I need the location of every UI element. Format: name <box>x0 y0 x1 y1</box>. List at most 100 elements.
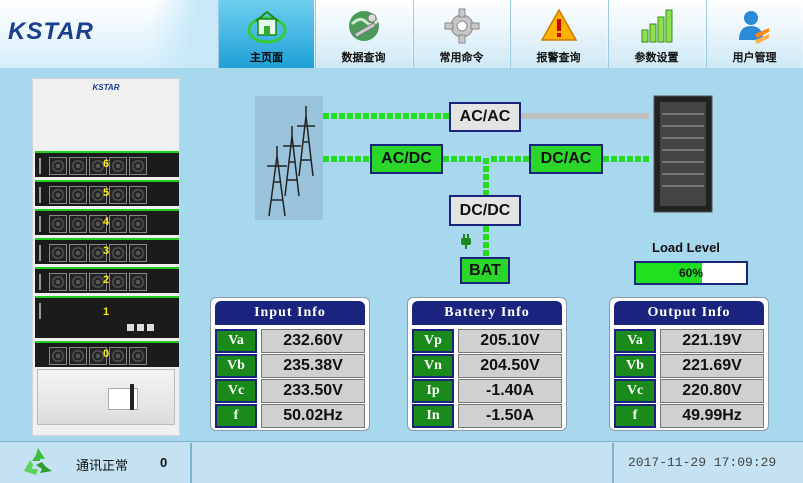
power-module-1: 1 <box>35 296 179 338</box>
ac-ac-bypass-box: AC/AC <box>449 102 521 132</box>
info-row: Vn 204.50V <box>412 354 564 378</box>
module-number: 5 <box>103 187 110 199</box>
info-row: Va 232.60V <box>215 329 367 353</box>
nav-home[interactable]: 主页面 <box>218 0 314 68</box>
nav-user-management[interactable]: 用户管理 <box>706 0 802 68</box>
battery-line <box>483 226 489 256</box>
battery-info-title: Battery Info <box>412 301 562 325</box>
dc-dc-converter-box: DC/DC <box>449 195 521 226</box>
ac-dc-rectifier-box: AC/DC <box>370 144 443 174</box>
module-number: 1 <box>103 306 110 318</box>
power-module-4: 4 <box>35 209 179 235</box>
row-label: Vc <box>215 379 257 403</box>
load-level-bar: 60% <box>634 261 748 285</box>
datetime-display: 2017-11-29 17:09:29 <box>628 455 777 470</box>
info-row: In -1.50A <box>412 404 564 428</box>
nav-home-label: 主页面 <box>250 52 283 64</box>
main-line-out <box>603 156 650 162</box>
nav-parameter-settings-label: 参数设置 <box>634 52 679 64</box>
dc-ac-inverter-box: DC/AC <box>529 144 603 174</box>
row-value: 50.02Hz <box>261 404 365 428</box>
info-row: Ip -1.40A <box>412 379 564 403</box>
row-value: 221.69V <box>660 354 764 378</box>
bypass-line-out <box>521 113 649 119</box>
nav-parameter-settings[interactable]: 参数设置 <box>608 0 704 68</box>
nav-data-query[interactable]: 数据查询 <box>315 0 411 68</box>
info-row: Va 221.19V <box>614 329 766 353</box>
row-value: 49.99Hz <box>660 404 764 428</box>
load-level-label: Load Level <box>652 240 720 255</box>
power-module-6: 6 <box>35 151 179 177</box>
power-module-3: 3 <box>35 238 179 264</box>
info-row: Vc 233.50V <box>215 379 367 403</box>
row-label: f <box>215 404 257 428</box>
power-module-0: 0 <box>35 341 179 367</box>
breaker-panel <box>37 369 175 425</box>
row-label: Vc <box>614 379 656 403</box>
module-number: 2 <box>103 274 110 286</box>
nav-common-commands[interactable]: 常用命令 <box>413 0 509 68</box>
plug-icon <box>461 234 471 249</box>
row-label: Ip <box>412 379 454 403</box>
info-row: f 50.02Hz <box>215 404 367 428</box>
kstar-logo: KSTAR <box>8 18 94 45</box>
cabinet-brand: KSTAR <box>92 83 120 92</box>
battery-box: BAT <box>460 257 510 284</box>
dc-link-line <box>483 156 489 196</box>
recycle-comm-icon <box>24 448 52 475</box>
module-number: 0 <box>103 348 110 360</box>
row-label: f <box>614 404 656 428</box>
row-value: 205.10V <box>458 329 562 353</box>
row-label: Va <box>614 329 656 353</box>
gear-icon <box>444 8 480 44</box>
power-module-5: 5 <box>35 180 179 206</box>
home-icon <box>247 10 287 44</box>
nav-alarm-query-label: 报警查询 <box>536 52 581 64</box>
load-level-value: 60% <box>678 266 704 280</box>
row-value: -1.40A <box>458 379 562 403</box>
battery-info-panel: Battery Info Vp 205.10V Vn 204.50V Ip -1.40… <box>407 297 567 431</box>
row-label: Vn <box>412 354 454 378</box>
info-row: Vp 205.10V <box>412 329 564 353</box>
input-info-title: Input Info <box>215 301 365 325</box>
comm-status-label: 通讯正常 <box>76 458 129 473</box>
row-label: Vb <box>614 354 656 378</box>
row-value: 233.50V <box>261 379 365 403</box>
info-row: f 49.99Hz <box>614 404 766 428</box>
output-info-title: Output Info <box>614 301 764 325</box>
ups-cabinet: KSTAR 6 5 4 3 2 1 0 <box>32 78 180 436</box>
input-info-panel: Input Info Va 232.60V Vb 235.38V Vc 233.50V… <box>210 297 370 431</box>
warning-icon <box>540 8 578 41</box>
data-query-icon <box>349 11 380 41</box>
nav-alarm-query[interactable]: 报警查询 <box>510 0 606 68</box>
module-number: 6 <box>103 158 110 170</box>
module-number: 4 <box>103 216 110 228</box>
power-module-2: 2 <box>35 267 179 293</box>
output-info-panel: Output Info Va 221.19V Vb 221.69V Vc 220.80… <box>609 297 769 431</box>
row-value: -1.50A <box>458 404 562 428</box>
row-label: Va <box>215 329 257 353</box>
info-row: Vb 235.38V <box>215 354 367 378</box>
row-value: 204.50V <box>458 354 562 378</box>
nav-common-commands-label: 常用命令 <box>439 52 484 64</box>
row-value: 232.60V <box>261 329 365 353</box>
row-value: 235.38V <box>261 354 365 378</box>
top-bar: KSTAR 主页面 数据查询 常用命令 报警查询 参数设置 用户管理 <box>0 0 803 68</box>
server-rack-icon <box>653 95 713 213</box>
users-icon <box>739 11 769 44</box>
row-value: 220.80V <box>660 379 764 403</box>
comm-status-count: 0 <box>160 455 168 470</box>
row-label: Vp <box>412 329 454 353</box>
row-value: 221.19V <box>660 329 764 353</box>
main-line-in <box>323 156 371 162</box>
info-row: Vc 220.80V <box>614 379 766 403</box>
status-divider <box>190 443 192 483</box>
row-label: Vb <box>215 354 257 378</box>
power-grid-icon <box>255 96 323 220</box>
chart-bars-icon <box>641 9 673 43</box>
info-row: Vb 221.69V <box>614 354 766 378</box>
row-label: In <box>412 404 454 428</box>
bypass-line-in <box>323 113 449 119</box>
nav-user-management-label: 用户管理 <box>732 52 777 64</box>
module-number: 3 <box>103 245 110 257</box>
